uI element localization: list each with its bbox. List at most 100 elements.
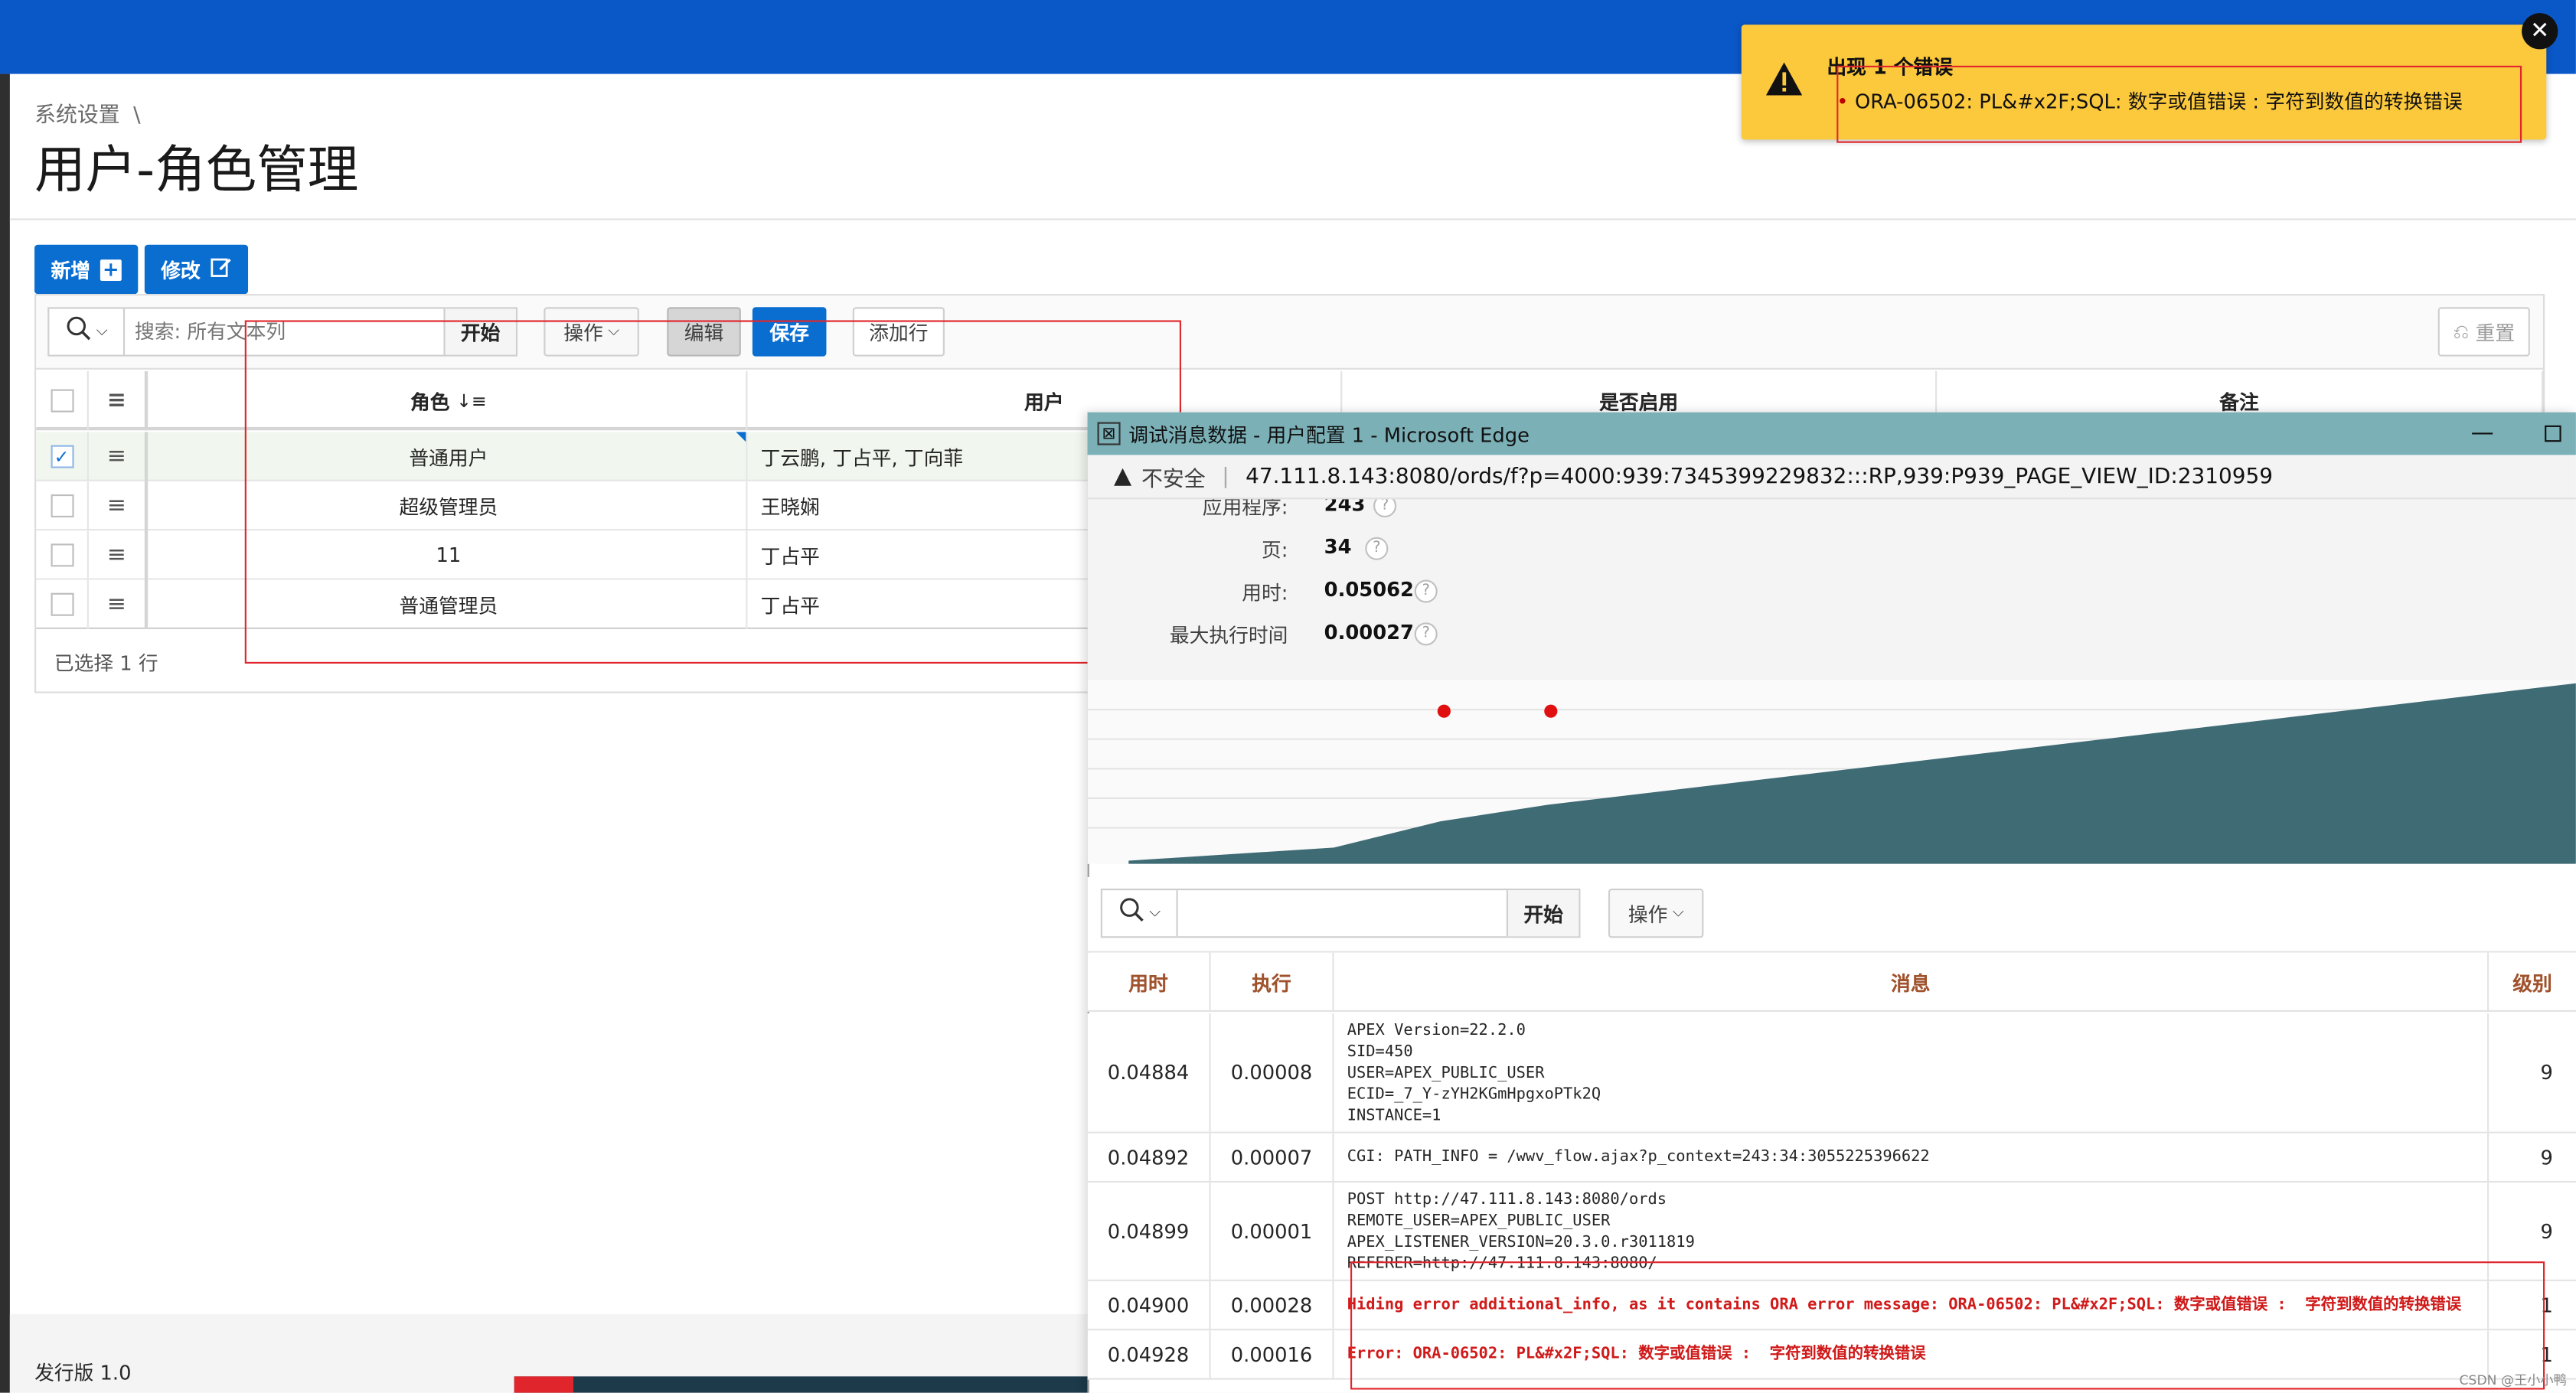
- debug-cell-elapsed: 0.04899: [1088, 1183, 1211, 1280]
- debug-cell-exec: 0.00007: [1211, 1133, 1334, 1181]
- hamburger-icon[interactable]: ≡: [107, 387, 126, 413]
- close-icon[interactable]: ✕: [2522, 13, 2558, 50]
- row-menu-icon[interactable]: ≡: [107, 493, 126, 519]
- row-select-cell: [36, 530, 89, 580]
- debug-search: ⌵ 开始: [1100, 888, 1581, 938]
- row-actions-cell: ≡: [89, 579, 149, 629]
- row-actions-cell: ≡: [89, 481, 149, 531]
- debug-timeline-chart: [1087, 680, 2576, 864]
- maximize-icon[interactable]: [2545, 425, 2561, 442]
- debug-cell-level: 9: [2540, 1061, 2553, 1085]
- debug-cell-message: CGI: PATH_INFO = /wwv_flow.ajax?p_contex…: [1334, 1133, 2489, 1181]
- warning-triangle-icon: [1765, 60, 1804, 103]
- info-value-elapsed: 0.05062: [1324, 578, 1414, 602]
- breadcrumb-separator: \: [133, 103, 141, 129]
- row-actions-header: ≡: [89, 370, 149, 431]
- help-icon[interactable]: ?: [1414, 622, 1438, 646]
- row-menu-icon[interactable]: ≡: [107, 592, 126, 618]
- search-column-selector[interactable]: ⌵: [49, 308, 126, 355]
- address-url: 47.111.8.143:8080/ords/f?p=4000:939:7345…: [1246, 464, 2274, 489]
- search-icon: [65, 315, 91, 348]
- annotation-box-grid: [244, 320, 1181, 664]
- row-select-cell: ✓: [36, 432, 89, 481]
- debug-row: 0.04884 0.00008 APEX Version=22.2.0 SID=…: [1087, 1013, 2576, 1134]
- debug-message-text: CGI: PATH_INFO = /wwv_flow.ajax?p_contex…: [1347, 1148, 1930, 1166]
- debug-cell-elapsed: 0.04892: [1088, 1133, 1211, 1181]
- info-label-app: 应用程序:: [1202, 499, 1288, 520]
- watermark: CSDN @王小小鸭: [2459, 1373, 2567, 1388]
- selection-status: 已选择 1 行: [54, 651, 158, 676]
- row-select-cell: [36, 481, 89, 531]
- debug-actions-button[interactable]: 操作 ⌵: [1608, 888, 1704, 938]
- debug-col-exec[interactable]: 执行: [1211, 952, 1334, 1012]
- debug-cell-exec: 0.00008: [1211, 1013, 1334, 1132]
- debug-search-input[interactable]: [1177, 890, 1507, 937]
- annotation-box-debug-errors: [1350, 1261, 2545, 1390]
- breadcrumb-parent[interactable]: 系统设置: [34, 103, 120, 128]
- edit-button-label: 修改: [161, 258, 201, 282]
- annotation-box-error: [1837, 65, 2522, 143]
- left-edge-strip: [0, 73, 10, 1393]
- debug-search-column-selector[interactable]: ⌵: [1102, 890, 1178, 937]
- debug-cell-exec: 0.00028: [1211, 1280, 1334, 1329]
- warning-icon: ▲: [1113, 463, 1132, 490]
- edit-pencil-icon: [211, 256, 232, 282]
- row-select-cell: [36, 579, 89, 629]
- reset-icon: ⎌: [2453, 319, 2470, 343]
- debug-cell-elapsed: 0.04928: [1088, 1330, 1211, 1378]
- row-menu-icon[interactable]: ≡: [107, 443, 126, 469]
- debug-window-title: 调试消息数据 - 用户配置 1 - Microsoft Edge: [1128, 422, 1530, 446]
- version-label: 发行版 1.0: [34, 1362, 132, 1385]
- debug-cell-exec: 0.00001: [1211, 1183, 1334, 1280]
- debug-actions-label: 操作: [1628, 902, 1668, 926]
- debug-cell-level: 9: [2540, 1145, 2553, 1169]
- info-label-page: 页:: [1262, 538, 1288, 562]
- row-menu-icon[interactable]: ≡: [107, 542, 126, 568]
- debug-message-text: APEX Version=22.2.0 SID=450 USER=APEX_PU…: [1347, 1020, 1601, 1124]
- address-bar[interactable]: ▲ 不安全 | 47.111.8.143:8080/ords/f?p=4000:…: [1087, 455, 2576, 500]
- minimize-icon[interactable]: —: [2471, 420, 2494, 446]
- info-value-max-exec: 0.00027: [1324, 621, 1414, 644]
- debug-col-level[interactable]: 级别: [2489, 953, 2576, 1012]
- info-value-app: 243: [1324, 499, 1366, 516]
- select-all-header: [36, 370, 89, 431]
- plus-square-icon: +: [100, 258, 122, 280]
- taskbar-red-item: [514, 1376, 573, 1393]
- debug-cell-message: APEX Version=22.2.0 SID=450 USER=APEX_PU…: [1334, 1013, 2489, 1132]
- taskbar-strip: [514, 1376, 1088, 1393]
- help-icon[interactable]: ?: [1373, 499, 1397, 517]
- timeline-point: [1437, 704, 1451, 718]
- row-checkbox[interactable]: [50, 494, 73, 517]
- row-actions-cell: ≡: [89, 530, 149, 580]
- debug-search-go-button[interactable]: 开始: [1506, 890, 1579, 937]
- info-value-page: 34: [1324, 535, 1352, 559]
- debug-cell-elapsed: 0.04884: [1088, 1013, 1211, 1132]
- reset-button[interactable]: ⎌ 重置: [2437, 307, 2530, 357]
- debug-info-pane: 应用程序: 243 ? 页: 34 ? 用时: 0.05062 ? 最大执行时间…: [1087, 499, 2576, 680]
- select-all-checkbox[interactable]: [50, 389, 73, 413]
- row-checkbox[interactable]: [50, 592, 73, 616]
- chevron-down-icon: ⌵: [1149, 905, 1161, 922]
- chevron-down-icon: ⌵: [1672, 905, 1684, 922]
- help-icon[interactable]: ?: [1365, 537, 1389, 560]
- debug-col-elapsed[interactable]: 用时: [1088, 952, 1211, 1012]
- add-button-label: 新增: [51, 258, 91, 282]
- add-button[interactable]: 新增 +: [34, 244, 139, 295]
- reset-label: 重置: [2475, 321, 2516, 344]
- security-label: 不安全: [1141, 467, 1206, 492]
- timeline-area-svg: [1087, 683, 2576, 864]
- header-divider: [9, 218, 2576, 220]
- page-title: 用户-角色管理: [34, 141, 359, 201]
- debug-row: 0.04892 0.00007 CGI: PATH_INFO = /wwv_fl…: [1087, 1133, 2576, 1183]
- debug-window-titlebar[interactable]: ⊠ 调试消息数据 - 用户配置 1 - Microsoft Edge —: [1087, 412, 2576, 455]
- row-checkbox[interactable]: [50, 543, 73, 567]
- debug-col-message[interactable]: 消息: [1334, 952, 2489, 1012]
- timeline-point: [1544, 704, 1558, 718]
- debug-cell-exec: 0.00016: [1211, 1330, 1334, 1378]
- info-label-elapsed: 用时:: [1242, 581, 1288, 605]
- row-checkbox[interactable]: ✓: [50, 445, 73, 468]
- edit-button[interactable]: 修改: [144, 244, 249, 295]
- help-icon[interactable]: ?: [1414, 579, 1438, 603]
- address-divider: |: [1222, 464, 1229, 489]
- debug-cell-elapsed: 0.04900: [1088, 1280, 1211, 1329]
